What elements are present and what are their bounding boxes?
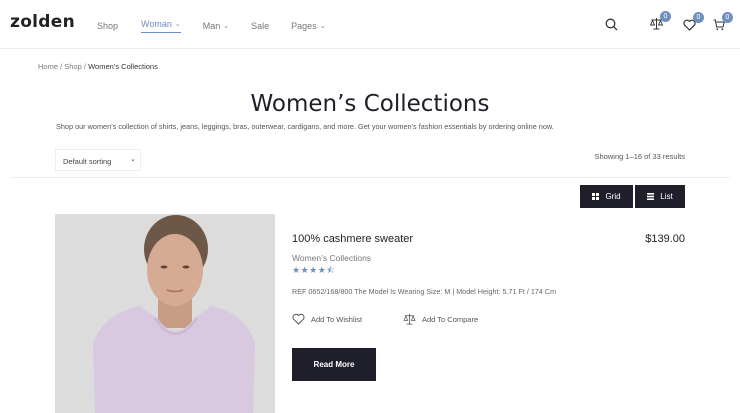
page-title: Women’s Collections: [250, 91, 490, 117]
product-image[interactable]: [55, 214, 275, 413]
chevron-down-icon: ⌄: [319, 23, 326, 30]
nav-item-label: Pages: [291, 21, 317, 31]
grid-icon: [592, 193, 600, 200]
grid-view-label: Grid: [605, 192, 621, 201]
results-count: Showing 1–16 of 33 results: [594, 152, 685, 161]
model-photo: [55, 214, 275, 413]
compare-count-badge: 0: [660, 11, 671, 22]
sorting-value: Default sorting: [63, 157, 112, 166]
wishlist-button[interactable]: 0: [683, 12, 704, 36]
list-view-label: List: [660, 192, 673, 201]
product-reference: REF 0652/168/800 The Model Is Wearing Si…: [292, 287, 557, 296]
nav-item-label: Woman: [141, 19, 172, 29]
chevron-down-icon: ⌄: [130, 156, 136, 163]
search-icon[interactable]: [605, 18, 618, 36]
cart-count-badge: 0: [722, 12, 733, 23]
breadcrumb-home[interactable]: Home: [38, 62, 58, 71]
chevron-down-icon: ⌄: [174, 21, 181, 28]
breadcrumb-current: Women’s Collections: [88, 62, 158, 71]
product-name[interactable]: 100% cashmere sweater: [292, 233, 413, 245]
compare-button[interactable]: 0: [649, 11, 671, 35]
add-to-wishlist-button[interactable]: Add To Wishlist: [292, 313, 362, 325]
add-to-compare-button[interactable]: Add To Compare: [403, 313, 478, 325]
grid-view-button[interactable]: Grid: [580, 185, 633, 208]
page-description: Shop our women’s collection of shirts, j…: [56, 122, 554, 131]
read-more-button[interactable]: Read More: [292, 348, 376, 381]
logo[interactable]: zolden: [10, 12, 75, 32]
wishlist-count-badge: 0: [693, 12, 704, 23]
rating-stars: ★★★★⯪: [292, 265, 336, 275]
header-icons: 0 0 0: [605, 11, 735, 36]
heart-icon: [292, 313, 305, 325]
nav-item-sale[interactable]: Sale: [251, 19, 269, 33]
cart-button[interactable]: 0: [713, 12, 733, 36]
nav-item-label: Sale: [251, 21, 270, 31]
compare-label: Add To Compare: [422, 314, 479, 324]
nav-item-label: Shop: [97, 21, 119, 31]
divider: [10, 177, 730, 178]
product-category[interactable]: Women’s Collections: [292, 253, 371, 263]
sorting-select[interactable]: Default sorting ⌄: [55, 149, 141, 171]
chevron-down-icon: ⌄: [223, 23, 230, 30]
main-nav: Shop Woman ⌄ Man ⌄ Sale Pages ⌄: [97, 19, 348, 33]
list-view-button[interactable]: List: [635, 185, 685, 208]
breadcrumb: Home / Shop / Women’s Collections: [38, 62, 158, 71]
breadcrumb-shop[interactable]: Shop: [64, 62, 82, 71]
nav-item-man[interactable]: Man ⌄: [203, 19, 229, 33]
nav-item-shop[interactable]: Shop: [97, 19, 118, 33]
wishlist-label: Add To Wishlist: [311, 314, 363, 324]
scale-icon: [403, 313, 416, 325]
product-price: $139.00: [645, 233, 685, 245]
nav-item-pages[interactable]: Pages ⌄: [291, 19, 325, 33]
nav-item-label: Man: [202, 21, 221, 31]
site-header: zolden Shop Woman ⌄ Man ⌄ Sale Pages ⌄ 0: [0, 0, 740, 49]
list-icon: [647, 193, 655, 200]
nav-item-woman[interactable]: Woman ⌄: [141, 19, 181, 33]
